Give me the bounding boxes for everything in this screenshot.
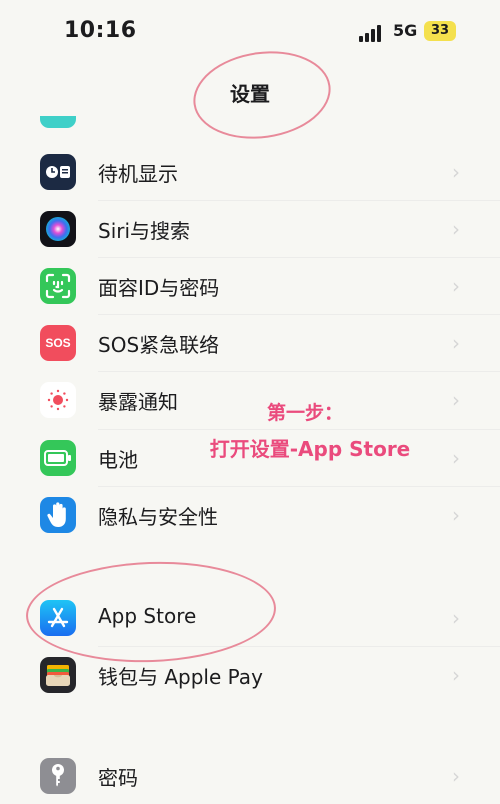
- settings-row-label: 钱包与 Apple Pay: [98, 665, 263, 689]
- battery-level-badge: 33: [424, 21, 456, 41]
- chevron-right-icon: ›: [452, 503, 460, 527]
- chevron-right-icon: ›: [452, 274, 460, 298]
- wallet-icon: [40, 657, 76, 693]
- settings-row-siri[interactable]: Siri与搜索 ›: [0, 201, 500, 257]
- chevron-right-icon: ›: [452, 160, 460, 184]
- settings-row-label: 隐私与安全性: [98, 505, 218, 529]
- settings-row-label: 暴露通知: [98, 390, 178, 414]
- row-divider: [98, 371, 500, 372]
- annotation-step-label: 第一步：: [266, 402, 343, 424]
- annotation-step-instruction: 打开设置-App Store: [209, 437, 411, 461]
- settings-row-sos[interactable]: SOS SOS紧急联络 ›: [0, 315, 500, 371]
- hand-icon: [40, 497, 76, 533]
- cellular-signal-icon: [359, 24, 385, 42]
- settings-row-privacy[interactable]: 隐私与安全性 ›: [0, 487, 500, 543]
- settings-row-wallet[interactable]: 钱包与 Apple Pay ›: [0, 647, 500, 703]
- chevron-right-icon: ›: [452, 606, 460, 630]
- settings-row-label: SOS紧急联络: [98, 333, 220, 357]
- standby-display-icon: [40, 154, 76, 190]
- settings-row-faceid[interactable]: 面容ID与密码 ›: [0, 258, 500, 314]
- network-type: 5G: [393, 21, 418, 40]
- chevron-right-icon: ›: [452, 388, 460, 412]
- siri-icon: [40, 211, 76, 247]
- key-icon: [40, 758, 76, 794]
- chevron-right-icon: ›: [452, 764, 460, 788]
- settings-row-label: 电池: [98, 448, 138, 472]
- chevron-right-icon: ›: [452, 446, 460, 470]
- chevron-right-icon: ›: [452, 217, 460, 241]
- face-id-icon: [40, 268, 76, 304]
- row-divider: [98, 314, 500, 315]
- partial-row-icon: [40, 116, 76, 128]
- settings-row-passwords[interactable]: 密码 ›: [0, 748, 500, 804]
- row-divider: [98, 429, 500, 430]
- row-divider: [98, 257, 500, 258]
- row-divider: [98, 486, 500, 487]
- battery-icon: [40, 440, 76, 476]
- settings-row-label: Siri与搜索: [98, 219, 191, 243]
- settings-row-standby[interactable]: 待机显示 ›: [0, 144, 500, 200]
- row-divider: [98, 200, 500, 201]
- sos-icon: SOS: [40, 325, 76, 361]
- settings-row-label: 密码: [98, 766, 138, 790]
- settings-row-label: 面容ID与密码: [98, 276, 220, 300]
- chevron-right-icon: ›: [452, 663, 460, 687]
- settings-row-label: 待机显示: [98, 162, 178, 186]
- status-time: 10:16: [64, 18, 137, 43]
- exposure-icon: [40, 382, 76, 418]
- chevron-right-icon: ›: [452, 331, 460, 355]
